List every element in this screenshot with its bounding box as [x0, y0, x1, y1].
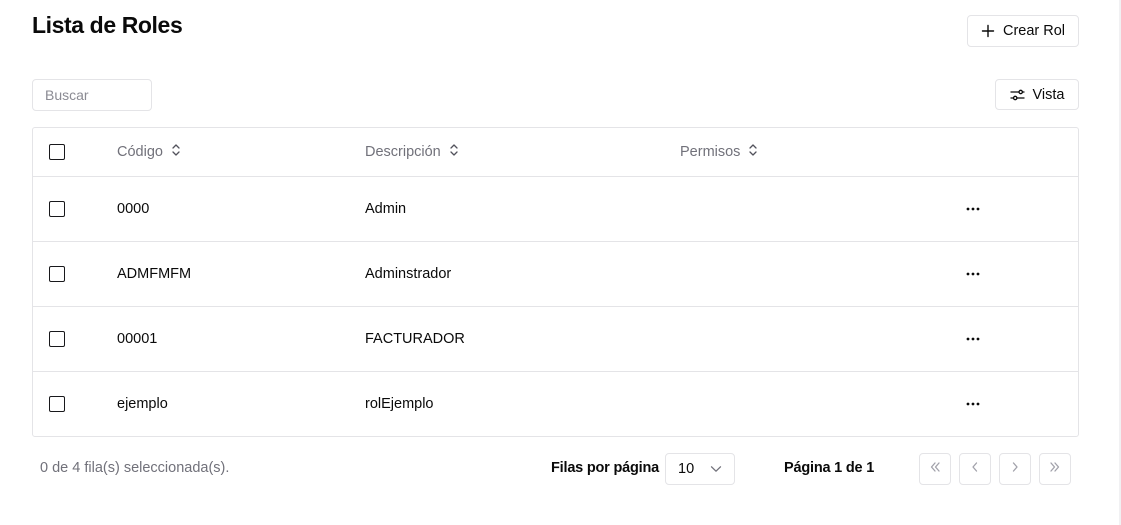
- table-row: ADMFMFM Adminstrador: [33, 242, 1078, 307]
- plus-icon: [981, 24, 995, 38]
- sliders-icon: [1009, 88, 1025, 102]
- row-checkbox[interactable]: [49, 266, 65, 282]
- column-header-label: Descripción: [365, 144, 441, 160]
- table-header-row: Código Descripción Permisos: [33, 128, 1078, 177]
- cell-descripcion: rolEjemplo: [365, 396, 434, 412]
- row-checkbox[interactable]: [49, 331, 65, 347]
- rows-per-page-label: Filas por página: [551, 460, 659, 476]
- chevrons-left-icon: [929, 460, 941, 478]
- more-horizontal-icon[interactable]: [963, 329, 983, 349]
- cell-codigo: 00001: [117, 331, 158, 347]
- table-row: 00001 FACTURADOR: [33, 307, 1078, 372]
- chevron-right-icon: [1009, 460, 1021, 478]
- last-page-button[interactable]: [1039, 453, 1071, 485]
- rows-per-page-select[interactable]: 10: [665, 453, 735, 485]
- more-horizontal-icon[interactable]: [963, 264, 983, 284]
- search-input[interactable]: [32, 79, 152, 111]
- column-header-permisos[interactable]: Permisos: [680, 128, 758, 176]
- cell-descripcion: FACTURADOR: [365, 331, 465, 347]
- page-info-text: Página 1 de 1: [784, 460, 875, 476]
- table-row: 0000 Admin: [33, 177, 1078, 242]
- cell-codigo: ADMFMFM: [117, 266, 192, 282]
- chevrons-up-down-icon: [449, 143, 459, 161]
- column-header-codigo[interactable]: Código: [117, 128, 181, 176]
- row-checkbox[interactable]: [49, 201, 65, 217]
- create-role-button[interactable]: Crear Rol: [967, 15, 1079, 47]
- next-page-button[interactable]: [999, 453, 1031, 485]
- row-checkbox[interactable]: [49, 396, 65, 412]
- page-title: Lista de Roles: [32, 12, 183, 38]
- view-options-button[interactable]: Vista: [995, 79, 1079, 110]
- chevron-down-icon: [710, 461, 722, 477]
- cell-descripcion: Admin: [365, 201, 407, 217]
- cell-codigo: ejemplo: [117, 396, 168, 412]
- previous-page-button[interactable]: [959, 453, 991, 485]
- chevrons-right-icon: [1049, 460, 1061, 478]
- selection-count-text: 0 de 4 fila(s) seleccionada(s).: [40, 460, 230, 476]
- view-options-label: Vista: [1032, 86, 1065, 103]
- column-header-label: Permisos: [680, 144, 741, 160]
- roles-table: Código Descripción Permisos 0000 Admin A…: [32, 127, 1079, 437]
- roles-page: Lista de Roles Crear Rol Vista Código: [0, 0, 1119, 525]
- more-horizontal-icon[interactable]: [963, 394, 983, 414]
- select-all-checkbox[interactable]: [49, 144, 65, 160]
- chevrons-up-down-icon: [748, 143, 758, 161]
- chevron-left-icon: [969, 460, 981, 478]
- cell-descripcion: Adminstrador: [365, 266, 452, 282]
- column-header-label: Código: [117, 144, 163, 160]
- table-row: ejemplo rolEjemplo: [33, 372, 1078, 437]
- rows-per-page-value: 10: [678, 461, 695, 477]
- first-page-button[interactable]: [919, 453, 951, 485]
- chevrons-up-down-icon: [171, 143, 181, 161]
- more-horizontal-icon[interactable]: [963, 199, 983, 219]
- column-header-descripcion[interactable]: Descripción: [365, 128, 459, 176]
- cell-codigo: 0000: [117, 201, 150, 217]
- create-role-label: Crear Rol: [1002, 23, 1066, 39]
